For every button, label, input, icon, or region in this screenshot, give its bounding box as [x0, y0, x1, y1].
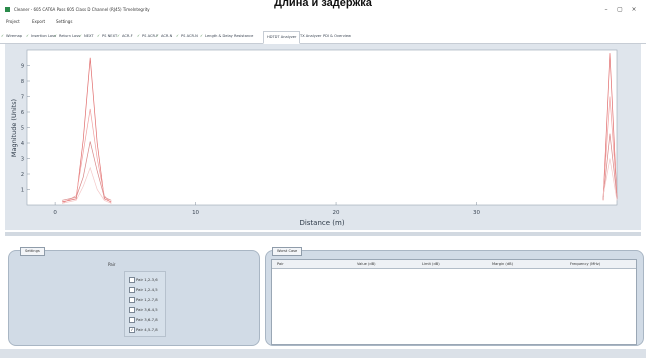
pair-option-label: Pair 1,2-4,5	[136, 287, 158, 292]
pair-option-label: Pair 3,6-7,8	[136, 317, 158, 322]
check-icon: ✓	[137, 34, 141, 38]
tab-10[interactable]: Resistance	[234, 34, 253, 38]
settings-panel: Settings Pair Pair 1,2-3,6 Pair 1,2-4,5 Pa…	[8, 247, 260, 346]
tab-7[interactable]: ✓ ACR-N	[156, 34, 172, 38]
pair-option-label: Pair 4,5-7,8	[136, 327, 158, 332]
check-icon: ✓	[156, 34, 160, 38]
menu-settings[interactable]: Settings	[56, 19, 72, 24]
tab-11[interactable]: HDTDT Analyzer	[263, 31, 301, 44]
tab-3[interactable]: ✓ NEXT	[79, 34, 94, 38]
worst-case-tab[interactable]: Worst Case	[272, 247, 303, 256]
y-tick-label: 1	[21, 188, 24, 194]
check-icon: ✓	[117, 34, 121, 38]
status-bar	[0, 349, 646, 358]
column-header[interactable]: Pair	[277, 262, 284, 266]
check-icon: ✓	[200, 34, 204, 38]
y-tick-label: 7	[21, 95, 24, 101]
hdtdt-chart: 1 2 3 4 5 6 7 8 9 0 10 20 30 Distance (m) Magnitude…	[10, 49, 618, 227]
column-header[interactable]: Value (dB)	[357, 262, 376, 266]
tab-1[interactable]: ✓ Insertion Loss	[26, 34, 56, 38]
checkbox[interactable]	[129, 287, 135, 293]
y-tick-label: 2	[21, 172, 24, 178]
maximize-button[interactable]: ▢	[613, 6, 627, 14]
tab-label: PDI & Overview	[323, 34, 352, 38]
pair-label: Pair	[108, 262, 116, 267]
table-header: Pair Value (dB) Limit (dB) Margin (dB) Frequ…	[272, 260, 636, 269]
x-tick-label: 30	[473, 210, 480, 216]
menu-export[interactable]: Export	[32, 19, 45, 24]
checkbox[interactable]	[129, 317, 135, 323]
measurement-tabs: ✓ Wiremap ✓ Insertion Loss ✓ Return Loss ✓ NEXT…	[0, 31, 646, 44]
tab-label: ACR-F	[122, 34, 133, 38]
menu-project[interactable]: Project	[6, 19, 20, 24]
tab-label: NEXT	[84, 34, 94, 38]
column-header[interactable]: Limit (dB)	[422, 262, 440, 266]
checkbox-checked[interactable]: ✓	[129, 327, 135, 333]
pair-option-label: Pair 1,2-7,8	[136, 297, 158, 302]
tab-9[interactable]: ✓ Length & Delay	[200, 34, 233, 38]
column-header[interactable]: Margin (dB)	[492, 262, 513, 266]
tab-label: PS ACR-N	[181, 34, 198, 38]
title-bar: Cleaner - 605 CAT6A Pass 605 Class D Cha…	[0, 4, 646, 16]
window-title: Cleaner - 605 CAT6A Pass 605 Class D Cha…	[14, 7, 150, 12]
settings-tab[interactable]: Settings	[20, 247, 45, 256]
tab-label: Insertion Loss	[31, 34, 56, 38]
y-tick-label: 3	[21, 157, 24, 163]
tab-4[interactable]: ✓ PS NEXT	[97, 34, 117, 38]
checkbox[interactable]	[129, 277, 135, 283]
x-tick-label: 10	[192, 210, 199, 216]
tab-label: PS NEXT	[102, 34, 118, 38]
results-table: Pair Value (dB) Limit (dB) Margin (dB) Frequ…	[271, 259, 637, 345]
menu-bar: Project Export Settings	[0, 17, 646, 26]
app-logo-icon	[5, 7, 10, 12]
tab-label: ACR-N	[161, 34, 173, 38]
y-tick-label: 9	[21, 64, 24, 70]
pair-option-label: Pair 3,6-4,5	[136, 307, 158, 312]
tab-label: Wiremap	[6, 34, 23, 38]
tab-8[interactable]: ✓ PS ACR-N	[176, 34, 198, 38]
y-tick-label: 4	[21, 141, 24, 147]
tab-2[interactable]: ✓ Return Loss	[54, 34, 80, 38]
tab-13[interactable]: PDI & Overview	[323, 34, 351, 38]
pair-option-label: Pair 1,2-3,6	[136, 277, 158, 282]
checkbox[interactable]	[129, 307, 135, 313]
check-icon: ✓	[54, 34, 58, 38]
check-icon: ✓	[176, 34, 180, 38]
results-panel: Worst Case Pair Value (dB) Limit (dB) Margi…	[265, 247, 644, 346]
column-header[interactable]: Frequency (MHz)	[570, 262, 600, 266]
check-icon: ✓	[1, 34, 5, 38]
y-tick-label: 6	[21, 110, 24, 116]
tab-label: Length & Delay	[205, 34, 233, 38]
tab-12[interactable]: TX Analyzer	[300, 34, 321, 38]
close-button[interactable]: ×	[627, 6, 641, 14]
tab-5[interactable]: ✓ ACR-F	[117, 34, 133, 38]
y-tick-label: 8	[21, 79, 24, 85]
tab-label: HDTDT Analyzer	[267, 35, 297, 39]
tab-label: Resistance	[234, 34, 254, 38]
check-icon: ✓	[79, 34, 83, 38]
plot-area	[26, 49, 618, 206]
checkbox[interactable]	[129, 297, 135, 303]
check-icon: ✓	[97, 34, 101, 38]
tab-label: Return Loss	[59, 34, 80, 38]
check-icon: ✓	[26, 34, 30, 38]
x-tick-label: 0	[53, 210, 57, 216]
splitter[interactable]	[5, 232, 641, 236]
y-axis-label: Magnitude (Units)	[10, 99, 18, 157]
x-tick-label: 20	[333, 210, 340, 216]
y-tick-label: 5	[21, 126, 24, 132]
minimize-button[interactable]: –	[599, 6, 613, 14]
tab-0[interactable]: ✓ Wiremap	[1, 34, 22, 38]
pair-selector: Pair 1,2-3,6 Pair 1,2-4,5 Pair 1,2-7,8 Pair…	[124, 271, 166, 337]
x-axis-label: Distance (m)	[299, 219, 344, 227]
tab-label: TX Analyzer	[300, 34, 322, 38]
